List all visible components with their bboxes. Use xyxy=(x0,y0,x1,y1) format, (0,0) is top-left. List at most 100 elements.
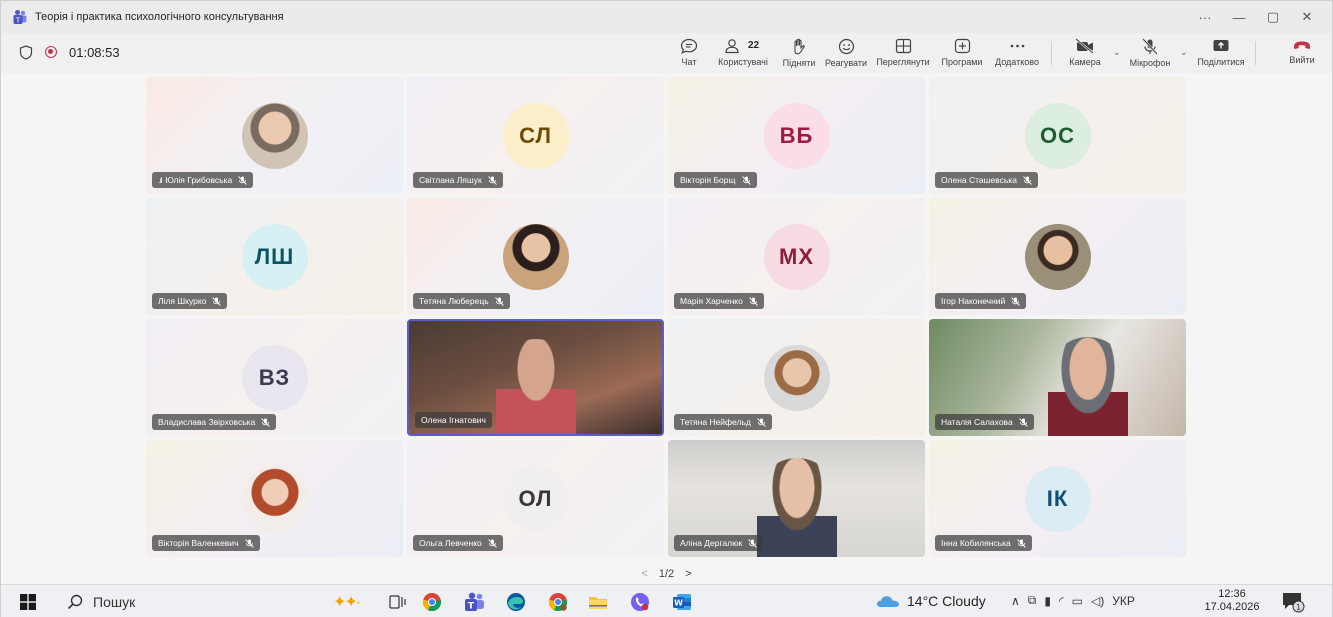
edge-icon[interactable] xyxy=(503,589,529,615)
notification-center-icon[interactable]: 1 xyxy=(1281,591,1305,617)
mic-button[interactable]: Мікрофон xyxy=(1125,35,1175,71)
participant-name-tag: Тетяна Люберець xyxy=(413,293,510,309)
participant-tile[interactable]: .ıl Юлія Грибовська xyxy=(146,77,403,194)
participant-tile[interactable]: МХ Марія Харченко xyxy=(668,198,925,315)
wifi-icon[interactable]: ◜ xyxy=(1059,594,1064,608)
react-button[interactable]: Реагувати xyxy=(823,35,869,71)
participant-name-tag: Тетяна Нейфельд xyxy=(674,414,772,430)
svg-text:T: T xyxy=(15,17,21,25)
raise-hand-button[interactable]: Підняти xyxy=(779,35,819,71)
people-button[interactable]: 22 Користувачі xyxy=(715,35,771,71)
people-label: Користувачі xyxy=(718,57,768,67)
more-actions-button[interactable]: Додатково xyxy=(992,35,1042,71)
participant-name: Тетяна Нейфельд xyxy=(680,417,751,427)
camera-button[interactable]: Камера xyxy=(1065,35,1105,71)
muted-mic-icon xyxy=(757,417,766,427)
mic-options-chevron-icon[interactable]: ⌄ xyxy=(1180,47,1188,58)
meet-now-icon[interactable]: ⧉ xyxy=(1028,593,1037,608)
title-bar: T Теорія і практика психологічного консу… xyxy=(1,1,1332,33)
muted-mic-icon xyxy=(212,296,222,306)
show-hidden-icons-chevron-icon[interactable]: ∧ xyxy=(1011,594,1020,608)
clock-date: 17.04.2026 xyxy=(1204,601,1260,613)
clock-time: 12:36 xyxy=(1218,588,1246,600)
microphone-in-use-icon[interactable]: ▮ xyxy=(1044,594,1051,608)
previous-page-button[interactable]: < xyxy=(641,568,647,580)
participant-photo xyxy=(241,103,308,169)
task-view-icon[interactable] xyxy=(385,589,411,615)
muted-mic-icon xyxy=(748,538,758,548)
next-page-button[interactable]: > xyxy=(685,568,691,580)
participant-initials: ОЛ xyxy=(502,466,569,532)
participant-name: Владислава Звірховська xyxy=(158,417,256,427)
participant-tile[interactable]: Ігор Наконечний xyxy=(929,198,1186,315)
volume-icon[interactable]: ◁) xyxy=(1091,594,1104,608)
participant-name: Наталія Салахова xyxy=(941,417,1013,427)
participant-initials: ВЗ xyxy=(241,345,308,411)
participant-tile[interactable]: Вікторія Валенкевич xyxy=(146,440,403,557)
taskbar-clock[interactable]: 12:36 17.04.2026 xyxy=(1201,588,1263,614)
word-icon[interactable]: W xyxy=(669,589,695,615)
participant-video-tile[interactable]: Олена Ігнатович xyxy=(407,319,664,436)
participant-count: 22 xyxy=(748,40,760,51)
participant-name-tag: Олена Ігнатович xyxy=(415,412,492,428)
view-label: Переглянути xyxy=(876,57,930,67)
battery-icon[interactable]: ▭ xyxy=(1072,594,1083,608)
participant-name-tag: Ліля Шкурко xyxy=(152,293,228,309)
participant-name-tag: Марія Харченко xyxy=(674,293,764,309)
participant-name-tag: Владислава Звірховська xyxy=(152,414,277,430)
participant-tile[interactable]: Тетяна Люберець xyxy=(407,198,664,315)
participant-name: Юлія Грибовська xyxy=(165,175,233,185)
participant-tile[interactable]: ОС Олена Сташевська xyxy=(929,77,1186,194)
participant-name-tag: .ıl Юлія Грибовська xyxy=(152,172,254,188)
participant-name-tag: Наталія Салахова xyxy=(935,414,1034,430)
participant-tile[interactable]: ЛШ Ліля Шкурко xyxy=(146,198,403,315)
chrome-icon[interactable] xyxy=(419,589,445,615)
participant-tile[interactable]: ВЗ Владислава Звірховська xyxy=(146,319,403,436)
search-placeholder: Пошук xyxy=(93,594,136,610)
participant-video-tile[interactable]: Наталія Салахова xyxy=(929,319,1186,436)
meeting-timer: 01:08:53 xyxy=(69,45,120,60)
taskbar-search[interactable]: Пошук ✦✦· xyxy=(55,589,361,615)
maximize-button[interactable]: ▢ xyxy=(1256,1,1290,33)
muted-mic-icon xyxy=(1016,538,1026,548)
windows-start-icon[interactable] xyxy=(15,589,41,615)
mic-label: Мікрофон xyxy=(1129,58,1171,68)
participant-photo xyxy=(502,224,569,290)
leave-button[interactable]: Вийти xyxy=(1284,35,1320,71)
weather-text: 14°C Cloudy xyxy=(907,593,986,609)
close-button[interactable]: ✕ xyxy=(1290,1,1324,33)
participant-photo xyxy=(241,466,308,532)
camera-options-chevron-icon[interactable]: ⌄ xyxy=(1113,47,1121,58)
participant-tile[interactable]: Тетяна Нейфельд xyxy=(668,319,925,436)
chat-button[interactable]: Чат xyxy=(677,35,701,71)
page-indicator: 1/2 xyxy=(658,568,675,580)
language-indicator[interactable]: УКР xyxy=(1112,594,1135,608)
participant-video-tile[interactable]: Аліна Дергалюк xyxy=(668,440,925,557)
file-explorer-icon[interactable] xyxy=(585,589,611,615)
participant-initials: ОС xyxy=(1024,103,1091,169)
add-app-icon xyxy=(954,38,970,54)
viber-icon[interactable] xyxy=(627,589,653,615)
muted-mic-icon xyxy=(1018,417,1028,427)
chrome-profile-icon[interactable] xyxy=(545,589,571,615)
participant-tile[interactable]: ВБ Вікторія Борщ xyxy=(668,77,925,194)
participant-tile[interactable]: ІК Інна Кобилянська xyxy=(929,440,1186,557)
recording-icon xyxy=(45,46,57,58)
participant-initials: МХ xyxy=(763,224,830,290)
participant-name-tag: Олена Сташевська xyxy=(935,172,1038,188)
apps-button[interactable]: Програми xyxy=(936,35,988,71)
more-options-button[interactable]: ··· xyxy=(1188,1,1222,33)
view-button[interactable]: Переглянути xyxy=(875,35,931,71)
minimize-button[interactable]: — xyxy=(1222,1,1256,33)
teams-app-icon[interactable]: T xyxy=(461,589,487,615)
muted-mic-icon xyxy=(741,175,751,185)
participant-name: Марія Харченко xyxy=(680,296,743,306)
participant-tile[interactable]: ОЛ Ольга Левченко xyxy=(407,440,664,557)
participant-name: Інна Кобилянська xyxy=(941,538,1011,548)
share-button[interactable]: Поділитися xyxy=(1197,35,1245,71)
participant-tile[interactable]: СЛ Світлана Ляшук xyxy=(407,77,664,194)
weather-widget[interactable]: 14°C Cloudy xyxy=(875,593,986,609)
shield-icon[interactable] xyxy=(19,45,33,65)
participant-photo xyxy=(763,345,830,411)
participant-name: Олена Сташевська xyxy=(941,175,1017,185)
